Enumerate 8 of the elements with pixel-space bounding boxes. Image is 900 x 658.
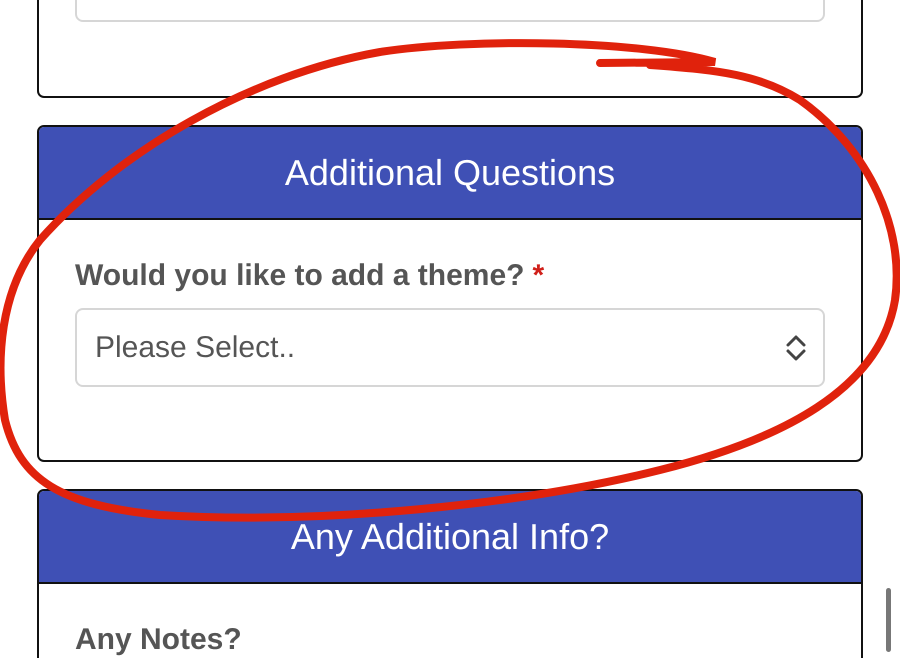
theme-select[interactable]: Please Select.. — [75, 308, 825, 387]
chevron-updown-icon — [785, 334, 807, 362]
scrollbar-thumb — [886, 588, 891, 652]
required-mark: * — [532, 259, 544, 292]
section-title: Any Additional Info? — [290, 514, 610, 558]
field-label: Would you like to add a theme? — [75, 259, 524, 292]
field-label: Any Notes? — [75, 623, 242, 656]
section-title: Additional Questions — [284, 150, 616, 194]
